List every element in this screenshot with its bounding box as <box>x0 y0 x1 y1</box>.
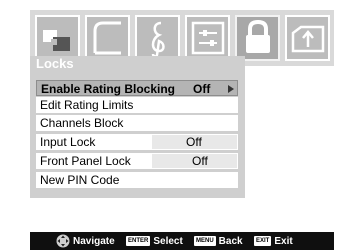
menu-item-input-lock[interactable]: Input Lock Off <box>36 134 238 150</box>
menu-item-edit-rating-limits[interactable]: Edit Rating Limits <box>36 97 238 113</box>
tab-audio[interactable] <box>135 15 180 61</box>
tv-screen: Locks Enable Rating Blocking Off Edit Ra… <box>0 0 342 250</box>
menu-title: Locks <box>36 56 74 71</box>
input-folder-icon <box>291 25 325 53</box>
menu-item-front-panel-lock[interactable]: Front Panel Lock Off <box>36 153 238 169</box>
right-arrow-icon <box>228 85 234 93</box>
footer-navigate: Navigate <box>56 232 115 250</box>
menu-item-label: New PIN Code <box>40 173 120 187</box>
footer-back-label: Back <box>218 235 243 247</box>
menu-item-label: Front Panel Lock <box>40 154 131 168</box>
tab-locks[interactable] <box>235 15 280 61</box>
music-note-icon <box>151 21 165 58</box>
tab-setup[interactable] <box>185 15 230 61</box>
footer-navigate-label: Navigate <box>73 235 115 247</box>
menu-item-value: Off <box>192 154 208 168</box>
footer-exit-label: Exit <box>274 235 293 247</box>
menu-item-label: Channels Block <box>40 116 124 130</box>
menu-item-value: Off <box>193 82 211 96</box>
footer-select: ENTER Select <box>126 232 183 250</box>
picture-icon <box>43 30 70 51</box>
menu-item-label: Edit Rating Limits <box>40 98 134 112</box>
footer-select-label: Select <box>153 235 183 247</box>
screen-icon <box>93 21 121 55</box>
tab-applications[interactable] <box>285 15 330 61</box>
footer-back: MENU Back <box>194 232 243 250</box>
menu-item-new-pin-code[interactable]: New PIN Code <box>36 172 238 188</box>
navigate-dpad-icon <box>56 234 70 248</box>
menu-item-value: Off <box>186 135 202 149</box>
setup-icon <box>191 21 225 55</box>
enter-key-icon: ENTER <box>126 236 151 246</box>
menu-item-label: Input Lock <box>40 135 96 149</box>
menu-item-channels-block[interactable]: Channels Block <box>36 115 238 131</box>
menu-item-label: Enable Rating Blocking <box>41 82 176 96</box>
lock-icon <box>246 19 270 53</box>
exit-key-icon: EXIT <box>254 236 272 246</box>
tab-screen[interactable] <box>85 15 130 61</box>
menu-item-enable-rating-blocking[interactable]: Enable Rating Blocking Off <box>36 80 238 96</box>
tab-picture[interactable] <box>35 15 80 61</box>
menu-key-icon: MENU <box>194 236 216 246</box>
footer-exit: EXIT Exit <box>254 232 293 250</box>
